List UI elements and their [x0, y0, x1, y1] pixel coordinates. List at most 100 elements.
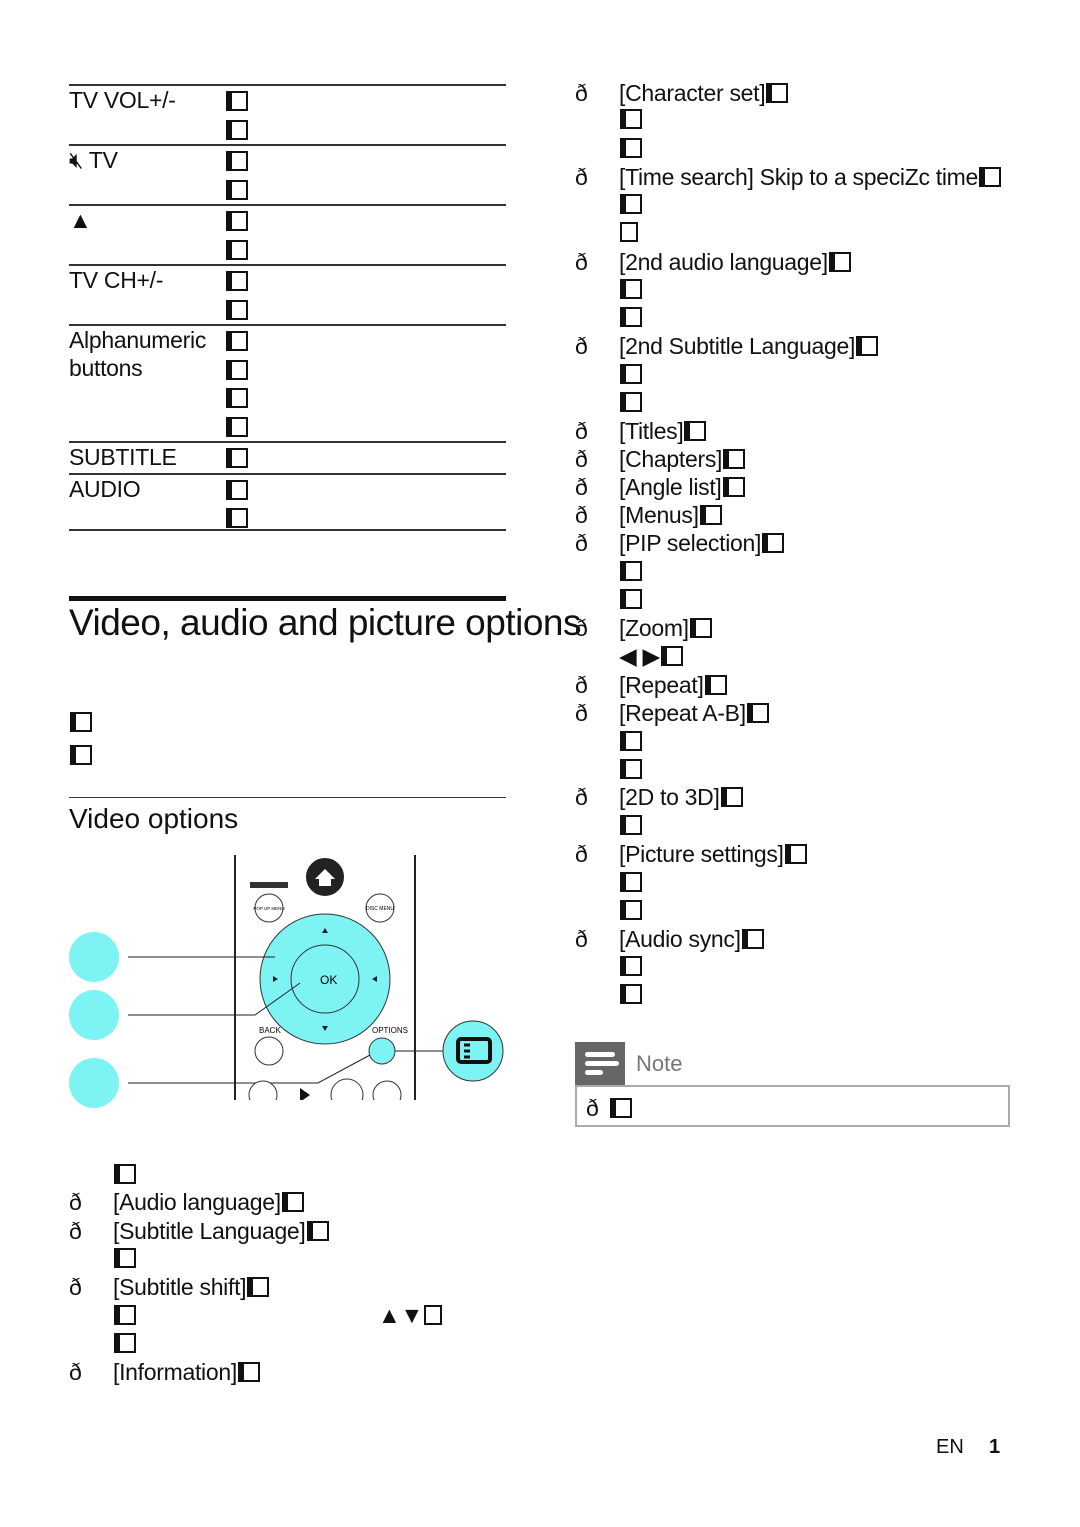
list-item	[619, 105, 642, 133]
list-item	[619, 727, 642, 755]
broken-glyph	[746, 703, 769, 723]
bullet: ð	[575, 446, 588, 472]
list-item	[619, 952, 642, 980]
broken-glyph	[620, 815, 642, 835]
item-text: [2nd Subtitle Language]	[619, 333, 856, 359]
play-icon	[300, 1088, 310, 1102]
item-text: [Character set]	[619, 80, 766, 106]
item-text: [Zoom]	[619, 615, 689, 641]
svg-text:OK: OK	[320, 973, 337, 987]
list-item: [PIP selection]	[619, 529, 785, 557]
broken-glyph	[620, 872, 642, 892]
table-rule	[69, 529, 506, 531]
bullet: ð	[575, 615, 588, 641]
bullet: ð	[575, 700, 588, 726]
list-item	[619, 275, 642, 303]
table-key: TV VOL+/-	[69, 87, 176, 113]
broken-glyph	[620, 589, 642, 609]
bullet: ð	[575, 333, 588, 359]
broken-glyph	[114, 1248, 136, 1268]
list-item: [Repeat]	[619, 671, 727, 699]
back-label: BACK	[259, 1026, 281, 1035]
table-key: 🔇︎ TV	[69, 147, 118, 173]
list-item	[619, 980, 642, 1008]
broken-glyph	[306, 1221, 329, 1241]
broken-glyph	[620, 900, 642, 920]
options-button	[368, 1037, 396, 1065]
list-item: [2D to 3D]	[619, 783, 743, 811]
bullet: ð	[69, 1274, 82, 1300]
bullet: ð	[575, 249, 588, 275]
list-item	[113, 1329, 136, 1357]
bullet: ð	[69, 1359, 82, 1385]
item-text: [Audio sync]	[619, 926, 741, 952]
manual-page: TV VOL+/- 🔇︎ TV ▲ TV CH+/- Alphanumeric butt…	[0, 0, 1080, 1527]
list-item: [Subtitle Language]	[113, 1217, 329, 1245]
list-item	[619, 896, 642, 924]
list-item: [Time search] Skip to a speciZc time	[619, 163, 1002, 191]
broken-glyph	[225, 271, 248, 294]
broken-glyph	[620, 956, 642, 976]
list-item	[619, 557, 642, 585]
broken-glyph	[247, 1277, 270, 1297]
broken-glyph	[225, 359, 248, 383]
list-item	[113, 1301, 136, 1329]
list-item: [Subtitle shift]	[113, 1273, 270, 1301]
subsection-rule	[69, 797, 506, 798]
broken-glyph	[722, 477, 745, 497]
table-key: TV CH+/-	[69, 267, 164, 293]
footer-language: EN	[936, 1436, 964, 1458]
broken-glyph	[225, 299, 248, 323]
item-text: [Angle list]	[619, 474, 722, 500]
table-key: Alphanumeric buttons	[69, 327, 207, 381]
callout-2	[69, 990, 119, 1040]
list-item	[619, 755, 642, 783]
item-text: [2D to 3D]	[619, 784, 720, 810]
broken-glyph	[225, 179, 248, 203]
list-item	[113, 1244, 136, 1272]
back-button	[254, 1036, 284, 1066]
list-item	[619, 585, 642, 613]
broken-glyph	[620, 222, 638, 242]
broken-glyph	[620, 561, 642, 581]
item-text: [Repeat A-B]	[619, 700, 746, 726]
broken-glyph	[620, 194, 642, 214]
list-item: [Angle list]	[619, 473, 745, 501]
broken-glyph	[609, 1098, 632, 1121]
broken-glyph	[684, 421, 707, 441]
broken-glyph	[225, 331, 248, 354]
item-text: [Titles]	[619, 418, 684, 444]
item-text: [Repeat]	[619, 672, 704, 698]
list-item: [Picture settings]	[619, 840, 807, 868]
broken-glyph	[699, 505, 722, 525]
broken-glyph	[620, 138, 642, 158]
broken-glyph	[620, 759, 642, 779]
list-item: ◀ ▶	[619, 642, 683, 670]
item-text: [PIP selection]	[619, 530, 762, 556]
list-item: [Titles]	[619, 417, 707, 445]
bullet: ð	[575, 672, 588, 698]
list-item	[619, 134, 642, 162]
broken-glyph	[225, 151, 248, 174]
bullet: ð	[575, 784, 588, 810]
broken-glyph	[114, 1305, 136, 1325]
broken-glyph	[225, 211, 248, 234]
section-title: Video, audio and picture options	[69, 602, 582, 643]
arrow-keys: ▲▼	[378, 1301, 442, 1329]
remote-illustration: POP UP MENU DISC MENU OK BACK OPTIONS	[60, 855, 520, 1110]
item-text: [Subtitle Language]	[113, 1218, 306, 1244]
broken-glyph	[114, 1333, 136, 1353]
broken-glyph	[225, 448, 248, 471]
broken-glyph	[225, 91, 248, 114]
pop-up-menu-label: POP UP MENU	[253, 906, 284, 911]
item-text: [Picture settings]	[619, 841, 784, 867]
list-item: [Menus]	[619, 501, 722, 529]
list-item: [2nd audio language]	[619, 248, 851, 276]
options-label: OPTIONS	[372, 1026, 408, 1035]
note-title: Note	[636, 1051, 683, 1076]
broken-glyph	[423, 1305, 442, 1325]
bullet: ð	[575, 474, 588, 500]
bullet: ð	[575, 926, 588, 952]
list-item	[619, 811, 642, 839]
callout-3	[69, 1058, 119, 1108]
